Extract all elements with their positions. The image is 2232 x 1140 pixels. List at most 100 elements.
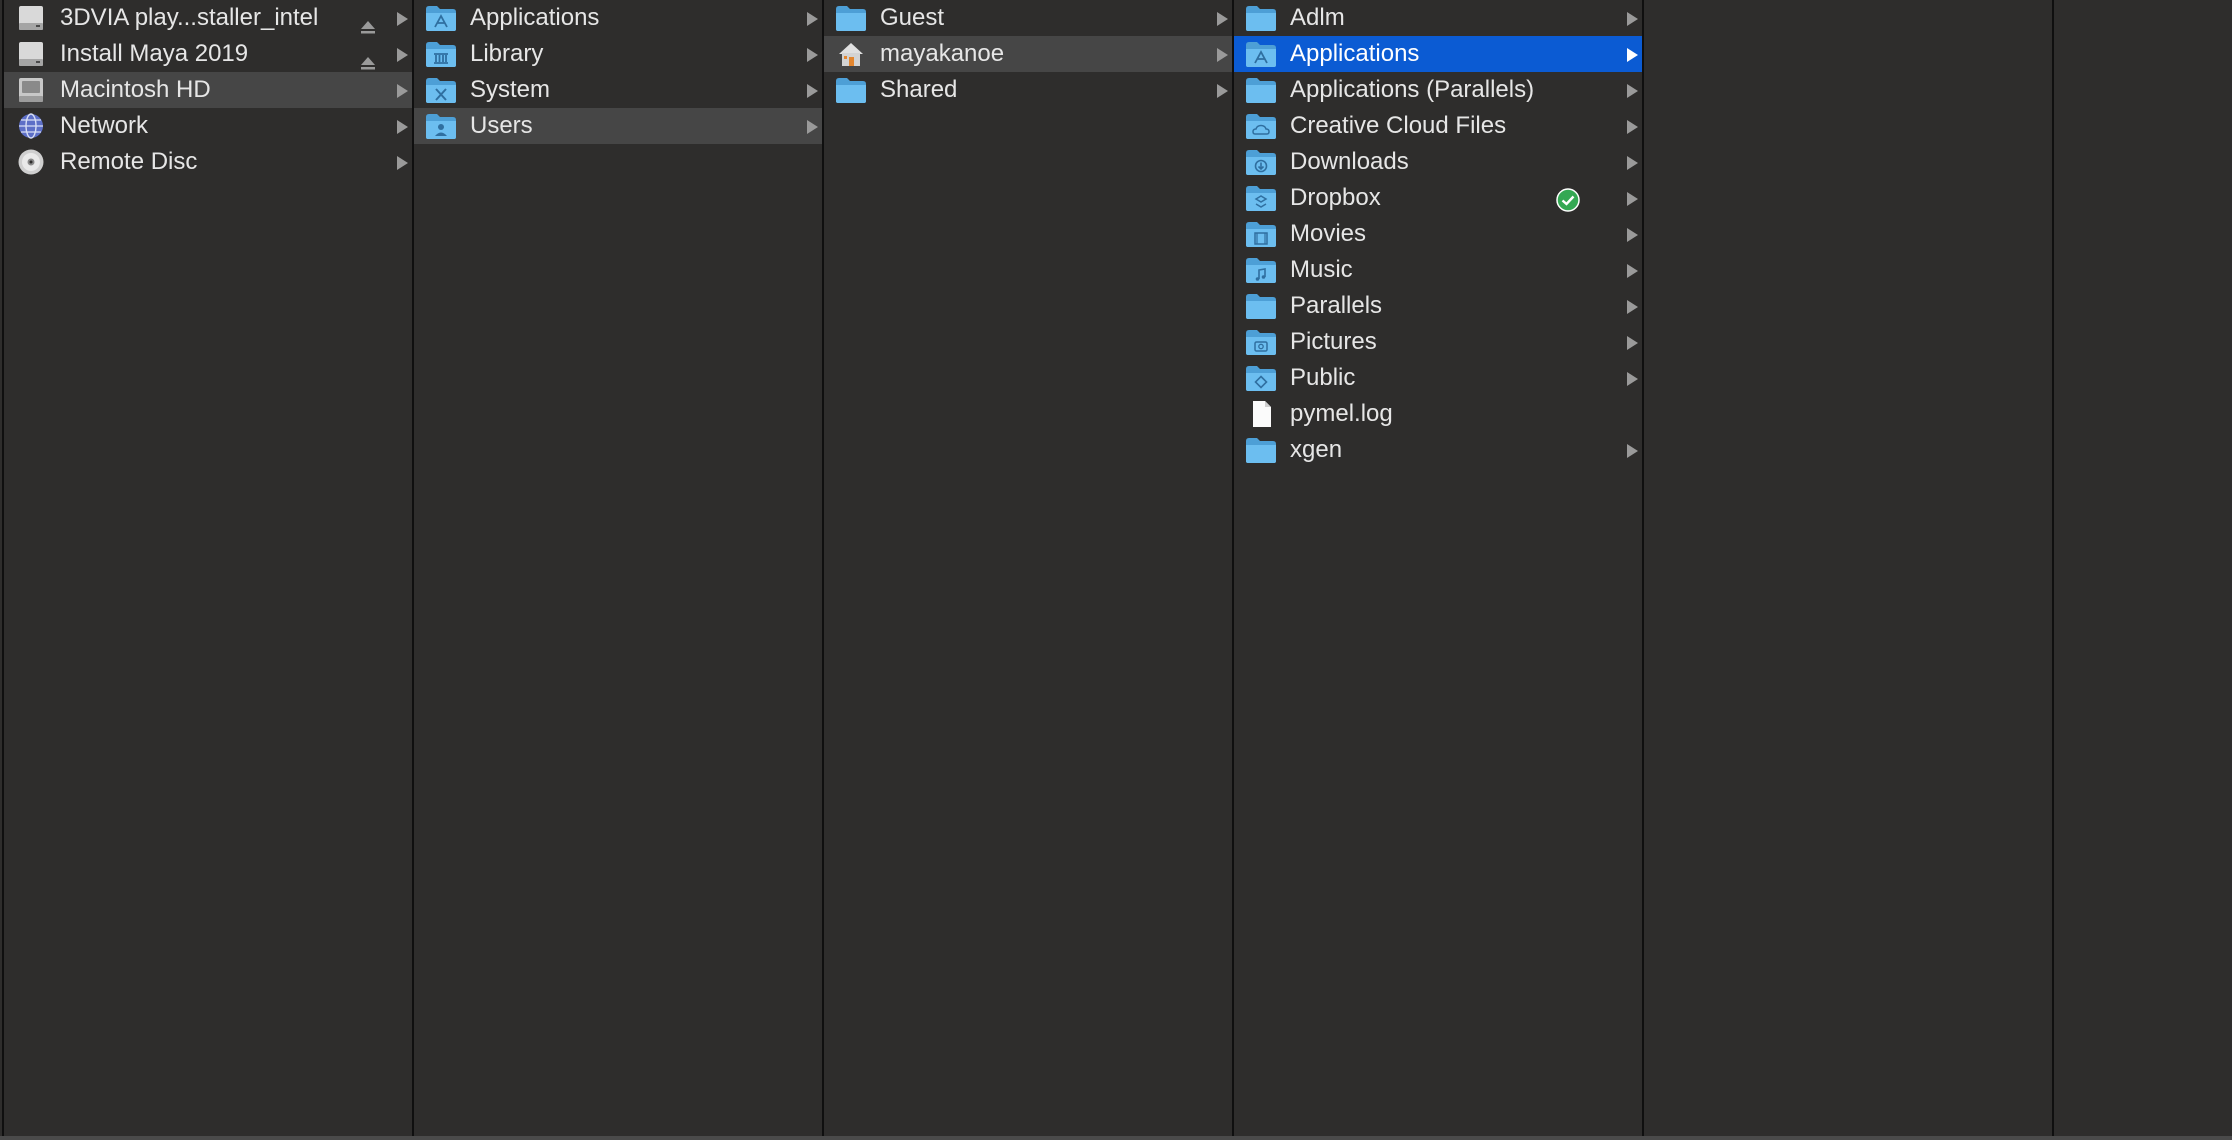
sync-check-icon [1556, 187, 1580, 212]
column-item-creative-cloud-files[interactable]: Creative Cloud Files [1234, 108, 1642, 144]
chevron-right-icon [1627, 264, 1638, 278]
disk-image-icon [14, 39, 48, 69]
dropbox-folder-icon [1244, 183, 1278, 213]
item-label: Pictures [1290, 328, 1377, 355]
column-item-system[interactable]: System [414, 72, 822, 108]
column-applications[interactable] [1644, 0, 2054, 1136]
item-label: Applications [470, 4, 600, 31]
column-item-guest[interactable]: Guest [824, 0, 1232, 36]
column-users[interactable]: Guest mayakanoe Shared [824, 0, 1234, 1136]
home-icon [834, 39, 868, 69]
column-macintosh-hd[interactable]: Applications Library System Users [414, 0, 824, 1136]
applications-folder-icon [1244, 39, 1278, 69]
chevron-right-icon [1627, 12, 1638, 26]
column-item-downloads[interactable]: Downloads [1234, 144, 1642, 180]
column-item-install-maya-2019[interactable]: Install Maya 2019 [4, 36, 412, 72]
chevron-right-icon [1627, 48, 1638, 62]
chevron-right-icon [807, 84, 818, 98]
column-item-3dvia-play-staller-intel[interactable]: 3DVIA play...staller_intel [4, 0, 412, 36]
item-label: Public [1290, 364, 1356, 391]
chevron-right-icon [397, 156, 408, 170]
chevron-right-icon [807, 12, 818, 26]
downloads-folder-icon [1244, 147, 1278, 177]
folder-icon [1244, 75, 1278, 105]
eject-icon[interactable] [360, 46, 376, 70]
finder-column-browser: 3DVIA play...staller_intel Install Maya 2… [0, 0, 2232, 1140]
chevron-right-icon [807, 48, 818, 62]
hard-drive-icon [14, 75, 48, 105]
item-label: Guest [880, 4, 945, 31]
column-item-music[interactable]: Music [1234, 252, 1642, 288]
item-label: Applications [1290, 40, 1420, 67]
column-item-shared[interactable]: Shared [824, 72, 1232, 108]
users-folder-icon [424, 111, 458, 141]
item-label: Macintosh HD [60, 76, 211, 103]
item-label: System [470, 76, 551, 103]
optical-disc-icon [14, 147, 48, 177]
column-item-macintosh-hd[interactable]: Macintosh HD [4, 72, 412, 108]
column-item-pymel-log[interactable]: pymel.log [1234, 396, 1642, 432]
chevron-right-icon [1627, 228, 1638, 242]
item-label: Parallels [1290, 292, 1383, 319]
column-item-library[interactable]: Library [414, 36, 822, 72]
chevron-right-icon [1217, 84, 1228, 98]
system-folder-icon [424, 75, 458, 105]
column-item-pictures[interactable]: Pictures [1234, 324, 1642, 360]
item-label: xgen [1290, 436, 1343, 463]
document-icon [1244, 399, 1278, 429]
column-item-applications-parallels[interactable]: Applications (Parallels) [1234, 72, 1642, 108]
item-label: Remote Disc [60, 148, 198, 175]
column-item-movies[interactable]: Movies [1234, 216, 1642, 252]
item-label: Adlm [1290, 4, 1345, 31]
item-label: Install Maya 2019 [60, 40, 249, 67]
chevron-right-icon [1627, 120, 1638, 134]
column-item-mayakanoe[interactable]: mayakanoe [824, 36, 1232, 72]
chevron-right-icon [1627, 192, 1638, 206]
item-label: Network [60, 112, 149, 139]
chevron-right-icon [1627, 156, 1638, 170]
public-folder-icon [1244, 363, 1278, 393]
folder-icon [1244, 291, 1278, 321]
pictures-folder-icon [1244, 327, 1278, 357]
column-item-applications[interactable]: Applications [1234, 36, 1642, 72]
chevron-right-icon [397, 84, 408, 98]
column-item-public[interactable]: Public [1234, 360, 1642, 396]
column-item-dropbox[interactable]: Dropbox [1234, 180, 1642, 216]
column-item-users[interactable]: Users [414, 108, 822, 144]
eject-icon[interactable] [360, 10, 376, 34]
movies-folder-icon [1244, 219, 1278, 249]
chevron-right-icon [397, 48, 408, 62]
item-label: Library [470, 40, 544, 67]
chevron-right-icon [1627, 444, 1638, 458]
chevron-right-icon [1217, 48, 1228, 62]
column-mayakanoe[interactable]: Adlm Applications Applications (Parallels)… [1234, 0, 1644, 1136]
folder-icon [1244, 3, 1278, 33]
item-label: pymel.log [1290, 400, 1393, 427]
item-label: Movies [1290, 220, 1367, 247]
chevron-right-icon [1627, 336, 1638, 350]
column-locations[interactable]: 3DVIA play...staller_intel Install Maya 2… [2, 0, 414, 1136]
item-label: Dropbox [1290, 184, 1381, 211]
item-label: Creative Cloud Files [1290, 112, 1507, 139]
item-label: Downloads [1290, 148, 1409, 175]
column-item-xgen[interactable]: xgen [1234, 432, 1642, 468]
chevron-right-icon [1627, 300, 1638, 314]
network-globe-icon [14, 111, 48, 141]
folder-icon [834, 3, 868, 33]
column-item-network[interactable]: Network [4, 108, 412, 144]
chevron-right-icon [397, 12, 408, 26]
column-item-remote-disc[interactable]: Remote Disc [4, 144, 412, 180]
chevron-right-icon [807, 120, 818, 134]
cloud-folder-icon [1244, 111, 1278, 141]
chevron-right-icon [397, 120, 408, 134]
status-divider [0, 1136, 2232, 1140]
column-item-applications[interactable]: Applications [414, 0, 822, 36]
column-item-adlm[interactable]: Adlm [1234, 0, 1642, 36]
disk-image-icon [14, 3, 48, 33]
column-item-parallels[interactable]: Parallels [1234, 288, 1642, 324]
item-label: Users [470, 112, 533, 139]
item-label: Applications (Parallels) [1290, 76, 1535, 103]
item-label: Shared [880, 76, 958, 103]
chevron-right-icon [1627, 372, 1638, 386]
column-empty[interactable] [2054, 0, 2232, 1136]
